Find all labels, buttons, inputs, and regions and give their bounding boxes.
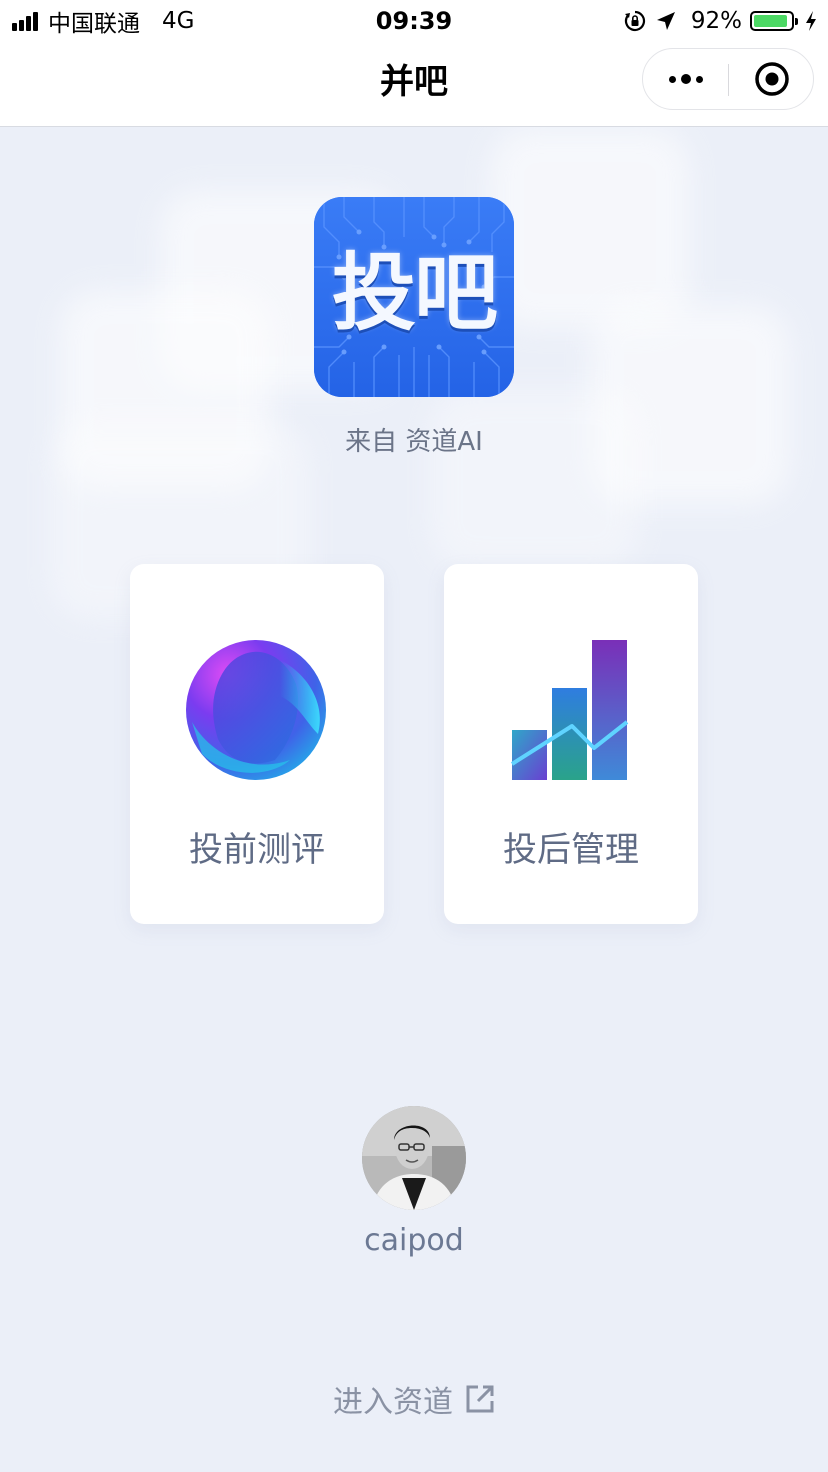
enter-link-label: 进入资道 — [333, 1385, 453, 1420]
card-label-post-investment: 投后管理 — [503, 830, 639, 870]
logo-text: 投吧 — [331, 244, 498, 342]
status-left: 中国联通 4G — [12, 6, 195, 37]
battery-icon — [750, 11, 798, 31]
carrier-name: 中国联通 — [48, 11, 140, 37]
user-name: caipod — [364, 1223, 464, 1258]
external-link-icon — [466, 1385, 494, 1413]
avatar-photo — [362, 1106, 466, 1210]
gradient-sphere-icon — [186, 640, 326, 780]
background-blob — [430, 390, 640, 570]
source-label: 来自 资道AI — [345, 427, 483, 457]
page-title: 并吧 — [380, 62, 448, 102]
battery-fill — [754, 15, 788, 27]
more-dots-icon[interactable] — [643, 49, 729, 109]
background-blob — [490, 128, 690, 328]
status-time: 09:39 — [375, 7, 453, 35]
app-logo: 投吧 — [314, 197, 514, 397]
network-type: 4G — [162, 8, 195, 34]
charging-bolt-icon — [806, 11, 816, 31]
card-label-pre-investment: 投前测评 — [189, 830, 325, 870]
battery-percent: 92% — [690, 8, 742, 34]
card-pre-investment[interactable]: 投前测评 — [130, 564, 384, 924]
status-bar: 中国联通 4G 09:39 92% — [0, 0, 828, 42]
bar-chart-icon — [510, 640, 629, 780]
menu-capsule — [642, 48, 814, 110]
card-post-investment[interactable]: 投后管理 — [444, 564, 698, 924]
rotation-lock-icon — [624, 10, 645, 32]
location-arrow-icon — [656, 12, 675, 30]
target-close-icon[interactable] — [729, 49, 815, 109]
enter-link[interactable]: 进入资道 — [0, 1376, 828, 1422]
signal-icon — [12, 11, 40, 31]
nav-bar: 并吧 — [0, 42, 828, 127]
status-right: 92% — [623, 6, 820, 36]
avatar[interactable] — [362, 1106, 466, 1210]
